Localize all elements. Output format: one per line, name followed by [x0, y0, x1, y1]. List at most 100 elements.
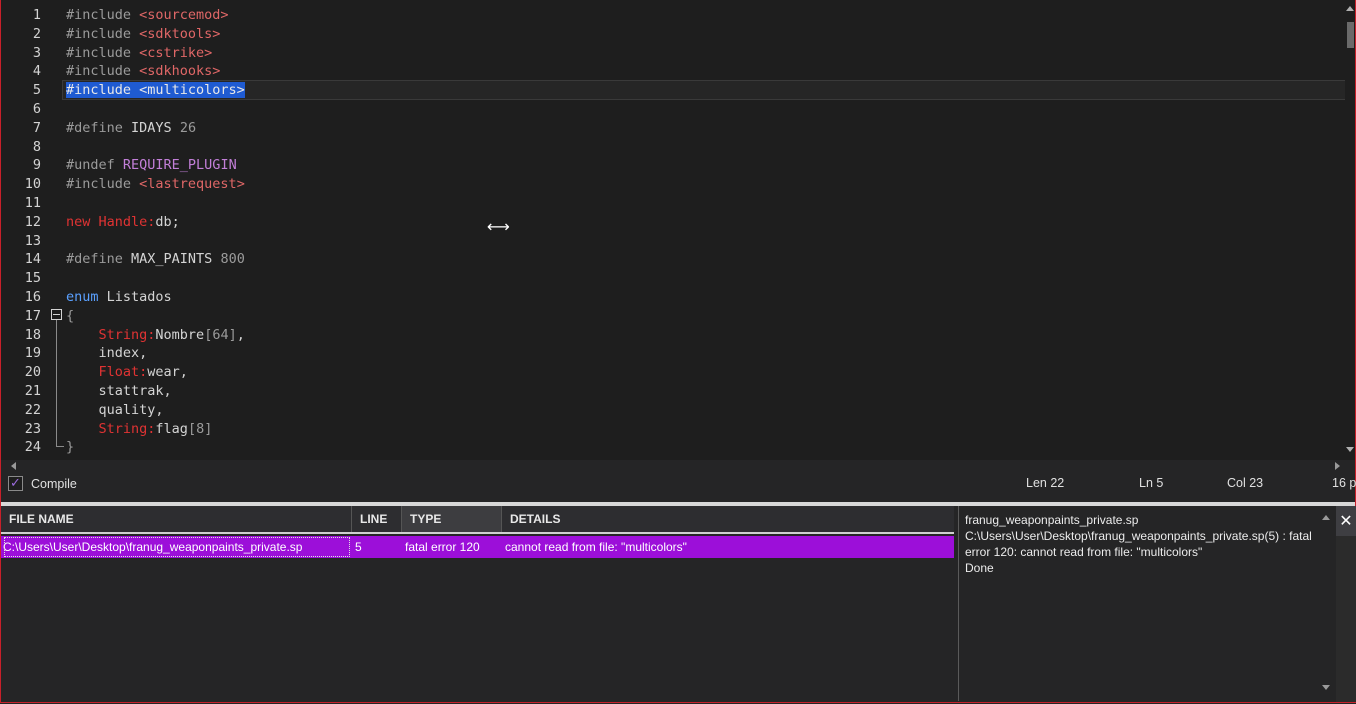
output-line: Done: [965, 561, 994, 575]
code-text: #include <sourcemod>: [66, 7, 229, 23]
code-line[interactable]: 19 index,: [1, 344, 1347, 363]
fold-toggle-icon[interactable]: [51, 309, 62, 320]
code-text: String:Nombre[64],: [98, 326, 245, 343]
line-number: 2: [32, 25, 41, 42]
code-line[interactable]: 7 #define IDAYS 26: [1, 119, 1347, 138]
editor-vertical-scrollbar[interactable]: [1345, 0, 1355, 460]
line-number: 16: [24, 289, 41, 305]
scroll-down-icon[interactable]: [1346, 447, 1354, 452]
code-line[interactable]: 6: [1, 100, 1347, 119]
line-number: 14: [24, 251, 41, 268]
code-text: {: [66, 307, 75, 324]
line-number: 10: [24, 176, 41, 193]
code-text: #include <cstrike>: [66, 44, 213, 61]
resize-cursor-icon: ⟷: [487, 217, 510, 236]
header-divider: [1, 532, 954, 534]
line-number: 3: [32, 44, 41, 61]
code-line[interactable]: 21 stattrak,: [1, 382, 1347, 401]
code-line[interactable]: 3 #include <cstrike>: [1, 44, 1347, 63]
fold-guide: [56, 320, 57, 446]
output-line: franug_weaponpaints_private.sp: [965, 513, 1139, 527]
code-line[interactable]: 15: [1, 269, 1347, 288]
line-number: 22: [24, 401, 41, 418]
error-type: fatal error 120: [405, 540, 480, 554]
column-indicator: Col 23: [1227, 476, 1264, 490]
code-text: String:flag[8]: [98, 420, 213, 437]
code-text: index,: [66, 345, 148, 362]
code-text: new Handle:db;: [66, 213, 180, 230]
line-number: 6: [32, 101, 41, 117]
code-text: #include <sdkhooks>: [66, 63, 221, 80]
length-indicator: Len 22: [1026, 476, 1065, 490]
line-number: 24: [24, 439, 41, 456]
line-number: 15: [24, 270, 41, 287]
code-editor[interactable]: 1 #include <sourcemod> 2 #include <sdktools…: [1, 0, 1355, 460]
current-line-highlight: [62, 80, 1346, 101]
code-text: stattrak,: [66, 383, 172, 399]
code-line[interactable]: 8: [1, 138, 1347, 157]
line-number: 18: [24, 326, 41, 343]
compile-label[interactable]: Compile: [31, 477, 77, 491]
scroll-left-icon[interactable]: [11, 462, 16, 470]
code-text: #undef REQUIRE_PLUGIN: [66, 157, 237, 174]
line-number: 9: [32, 157, 41, 174]
line-number: 21: [24, 383, 41, 399]
column-header-details[interactable]: DETAILS: [502, 506, 954, 532]
line-number: 12: [24, 213, 41, 230]
line-number: 7: [32, 119, 41, 136]
close-icon[interactable]: ✕: [1336, 506, 1356, 536]
line-number: 13: [24, 232, 41, 249]
line-number: 5: [32, 82, 41, 99]
code-line[interactable]: 12 new Handle:db;: [1, 213, 1347, 232]
line-number: 1: [32, 7, 41, 23]
code-line[interactable]: 4 #include <sdkhooks>: [1, 62, 1347, 81]
code-line[interactable]: 2 #include <sdktools>: [1, 25, 1347, 44]
code-line[interactable]: 20 Float:wear,: [1, 363, 1347, 382]
code-line[interactable]: 16 enum Listados: [1, 288, 1347, 307]
code-line[interactable]: 11: [1, 194, 1347, 213]
code-line[interactable]: 22 quality,: [1, 401, 1347, 420]
table-row[interactable]: C:\Users\User\Desktop\franug_weaponpaint…: [1, 536, 954, 558]
fold-guide-end: [56, 446, 64, 447]
code-line[interactable]: 5 #include <multicolors>: [1, 80, 1347, 101]
code-text: #include <sdktools>: [66, 25, 221, 42]
line-number: 4: [32, 63, 41, 80]
column-header-file-name[interactable]: FILE NAME: [1, 506, 352, 532]
scroll-right-icon[interactable]: [1335, 462, 1340, 470]
scroll-thumb[interactable]: [1347, 22, 1354, 48]
code-line[interactable]: 1 #include <sourcemod>: [1, 6, 1347, 25]
column-header-type[interactable]: TYPE: [402, 506, 502, 532]
column-header-line[interactable]: LINE: [352, 506, 402, 532]
output-line: C:\Users\User\Desktop\franug_weaponpaint…: [965, 529, 1312, 559]
error-list: FILE NAME LINE TYPE DETAILS C:\Users\Use…: [1, 506, 954, 701]
status-bar: Compile Len 22 Ln 5 Col 23 16 pt: [1, 472, 1356, 498]
code-line[interactable]: 24}: [1, 438, 1347, 457]
code-line[interactable]: 18 String:Nombre[64],: [1, 326, 1347, 345]
font-size-indicator: 16 pt: [1332, 476, 1356, 490]
side-strip: [1336, 536, 1356, 702]
code-line[interactable]: 17 {: [1, 307, 1347, 326]
code-line[interactable]: 13: [1, 232, 1347, 251]
line-number: 20: [24, 364, 41, 381]
code-text: quality,: [66, 401, 164, 418]
line-number: 11: [24, 195, 41, 211]
line-indicator: Ln 5: [1139, 476, 1164, 490]
code-text: #define MAX_PAINTS 800: [66, 251, 245, 268]
scroll-up-icon[interactable]: [1346, 6, 1354, 11]
compile-checkbox[interactable]: [8, 475, 23, 491]
code-text: #include <multicolors>: [66, 82, 245, 99]
code-text: #define IDAYS 26: [66, 119, 197, 136]
code-line[interactable]: 10 #include <lastrequest>: [1, 175, 1347, 194]
code-line[interactable]: 23 String:flag[8]: [1, 420, 1347, 439]
error-details: cannot read from file: "multicolors": [505, 540, 687, 554]
output-scroll-up-icon[interactable]: [1322, 515, 1330, 520]
output-pane[interactable]: franug_weaponpaints_private.sp C:\Users\…: [958, 506, 1337, 701]
line-number: 8: [32, 138, 41, 155]
output-text: franug_weaponpaints_private.sp C:\Users\…: [965, 512, 1325, 576]
code-text: enum Listados: [66, 289, 172, 305]
output-scroll-down-icon[interactable]: [1322, 685, 1330, 690]
code-line[interactable]: 9 #undef REQUIRE_PLUGIN: [1, 156, 1347, 175]
code-text: Float:wear,: [98, 364, 188, 381]
code-line[interactable]: 14 #define MAX_PAINTS 800: [1, 250, 1347, 269]
error-line: 5: [355, 540, 362, 554]
